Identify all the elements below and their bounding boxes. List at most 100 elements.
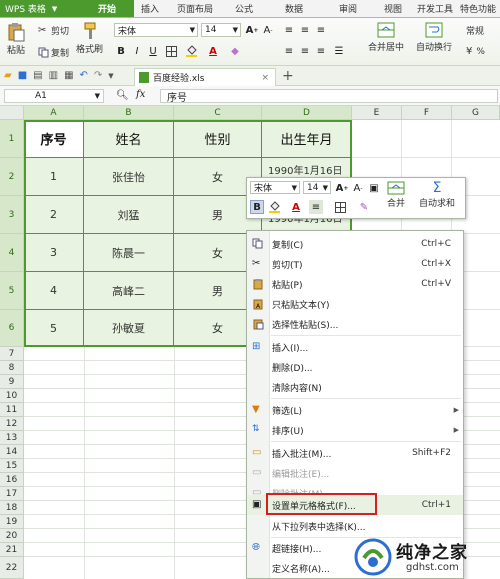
menu-item-filter[interactable]: ▼ 筛选(L) ▶ xyxy=(247,400,463,420)
row-header[interactable]: 19 xyxy=(0,515,24,529)
row-header[interactable]: 13 xyxy=(0,431,24,445)
table-cell[interactable]: 4 xyxy=(24,272,84,310)
mini-format-painter-button[interactable]: ✎ xyxy=(357,200,371,214)
column-header-a[interactable]: A xyxy=(24,106,84,120)
column-header-d[interactable]: D xyxy=(262,106,352,120)
row-header[interactable]: 17 xyxy=(0,487,24,501)
font-color-button[interactable]: A xyxy=(206,44,220,58)
open-folder-icon[interactable]: ▰ xyxy=(4,70,12,81)
menu-item-cut[interactable]: ✂ 剪切(T) Ctrl+X xyxy=(247,254,463,274)
menu-item-clear-contents[interactable]: 清除内容(N) xyxy=(247,377,463,397)
mini-shrink-font-button[interactable]: A- xyxy=(351,181,365,195)
column-header-e[interactable]: E xyxy=(352,106,402,120)
menu-item-sort[interactable]: ⇅ 排序(U) ▶ xyxy=(247,420,463,440)
mini-bold-button[interactable]: B xyxy=(250,200,264,214)
align-center-button[interactable]: ≡ xyxy=(298,44,312,58)
function-icon[interactable]: fx xyxy=(136,89,145,100)
italic-button[interactable]: I xyxy=(130,44,144,58)
distribute-button[interactable]: ☰ xyxy=(332,44,346,58)
mini-borders-button[interactable] xyxy=(333,200,347,214)
underline-button[interactable]: U xyxy=(146,44,160,58)
row-header[interactable]: 10 xyxy=(0,389,24,403)
fill-color-button[interactable] xyxy=(184,44,198,58)
table-cell[interactable]: 孙敏夏 xyxy=(84,310,174,347)
row-header[interactable]: 12 xyxy=(0,417,24,431)
table-header-cell[interactable]: 性别 xyxy=(174,120,262,158)
row-header[interactable]: 4 xyxy=(0,234,24,272)
merge-center-button[interactable]: 合并居中 xyxy=(368,22,404,53)
tab-developer[interactable]: 开发工具 xyxy=(414,0,456,17)
table-cell[interactable]: 高峰二 xyxy=(84,272,174,310)
menu-item-copy[interactable]: 复制(C) Ctrl+C xyxy=(247,234,463,254)
mini-autosum-button[interactable]: Σ 自动求和 xyxy=(419,181,455,209)
menu-item-paste[interactable]: 粘贴(P) Ctrl+V xyxy=(247,274,463,294)
table-cell[interactable]: 刘猛 xyxy=(84,196,174,234)
row-header[interactable]: 21 xyxy=(0,543,24,557)
menu-item-pick-from-list[interactable]: 从下拉列表中选择(K)... xyxy=(247,516,463,536)
row-header[interactable]: 14 xyxy=(0,445,24,459)
row-header[interactable]: 2 xyxy=(0,158,24,196)
font-name-select[interactable]: 宋体 ▼ xyxy=(114,23,198,37)
menu-item-paste-text[interactable]: A 只粘贴文本(Y) xyxy=(247,294,463,314)
auto-wrap-button[interactable]: 自动换行 xyxy=(416,22,452,53)
menu-item-insert[interactable]: ⊞ 插入(I)... xyxy=(247,337,463,357)
row-header[interactable]: 1 xyxy=(0,120,24,158)
tab-page-layout[interactable]: 页面布局 xyxy=(166,0,224,17)
table-header-cell[interactable]: 序号 xyxy=(24,120,84,158)
row-header[interactable]: 15 xyxy=(0,459,24,473)
redo-icon[interactable]: ↷ xyxy=(94,70,102,81)
row-header[interactable]: 11 xyxy=(0,403,24,417)
row-header[interactable]: 22 xyxy=(0,557,24,579)
name-box[interactable]: A1 ▼ xyxy=(4,89,104,103)
menu-item-paste-special[interactable]: 选择性粘贴(S)... xyxy=(247,314,463,334)
menu-item-edit-comment[interactable]: ▭ 编辑批注(E)... xyxy=(247,463,463,483)
number-format-select[interactable]: 常规 xyxy=(466,24,484,37)
table-cell[interactable]: 张佳怡 xyxy=(84,158,174,196)
export-icon[interactable]: ▦ xyxy=(64,70,73,81)
row-header[interactable]: 20 xyxy=(0,529,24,543)
zoom-search-icon[interactable]: 🔍︎ xyxy=(116,90,129,101)
tab-data[interactable]: 数据 xyxy=(264,0,324,17)
mini-merge-button[interactable]: 合并 xyxy=(387,181,405,209)
align-middle-button[interactable]: ≡ xyxy=(298,23,312,37)
row-header[interactable]: 8 xyxy=(0,361,24,375)
table-cell[interactable]: 2 xyxy=(24,196,84,234)
row-header[interactable]: 7 xyxy=(0,347,24,361)
shrink-font-button[interactable]: A- xyxy=(261,23,275,37)
formula-input[interactable]: 序号 xyxy=(160,89,498,104)
document-tab[interactable]: 百度经验.xls × xyxy=(134,68,276,86)
row-header[interactable]: 9 xyxy=(0,375,24,389)
undo-icon[interactable]: ↶ xyxy=(80,70,88,81)
table-cell[interactable]: 3 xyxy=(24,234,84,272)
save-icon[interactable]: ■ xyxy=(18,70,27,81)
tab-review[interactable]: 审阅 xyxy=(324,0,372,17)
menu-item-delete[interactable]: 删除(D)... xyxy=(247,357,463,377)
currency-button[interactable]: ¥ % xyxy=(466,46,485,57)
table-cell[interactable]: 5 xyxy=(24,310,84,347)
row-header[interactable]: 5 xyxy=(0,272,24,310)
mini-grow-font-button[interactable]: A + xyxy=(335,181,349,195)
select-all-corner[interactable] xyxy=(0,106,24,120)
borders-button[interactable] xyxy=(164,44,178,58)
new-tab-button[interactable]: + xyxy=(282,68,294,84)
row-header[interactable]: 6 xyxy=(0,310,24,347)
tab-features[interactable]: 特色功能 xyxy=(456,0,500,17)
tab-formulas[interactable]: 公式 xyxy=(224,0,264,17)
print-preview-icon[interactable]: ▥ xyxy=(49,70,58,81)
table-header-cell[interactable]: 出生年月 xyxy=(262,120,352,158)
mini-font-size-select[interactable]: 14 ▼ xyxy=(303,181,331,194)
mini-font-name-select[interactable]: 宋体 ▼ xyxy=(250,181,300,194)
tab-home[interactable]: 开始 xyxy=(80,0,134,17)
grow-font-button[interactable]: A + xyxy=(245,23,259,37)
mini-fill-color-button[interactable] xyxy=(267,200,281,214)
column-header-b[interactable]: B xyxy=(84,106,174,120)
tab-view[interactable]: 视图 xyxy=(372,0,414,17)
table-cell[interactable]: 陈晨一 xyxy=(84,234,174,272)
align-bottom-button[interactable]: ≡ xyxy=(314,23,328,37)
app-menu-button[interactable]: WPS 表格 ▼ xyxy=(0,0,80,17)
tab-insert[interactable]: 插入 xyxy=(134,0,166,17)
close-icon[interactable]: × xyxy=(261,73,269,83)
mini-format-cells-button[interactable]: ▣ xyxy=(367,181,381,195)
paste-button[interactable]: 粘贴 xyxy=(6,22,26,56)
table-header-cell[interactable]: 姓名 xyxy=(84,120,174,158)
